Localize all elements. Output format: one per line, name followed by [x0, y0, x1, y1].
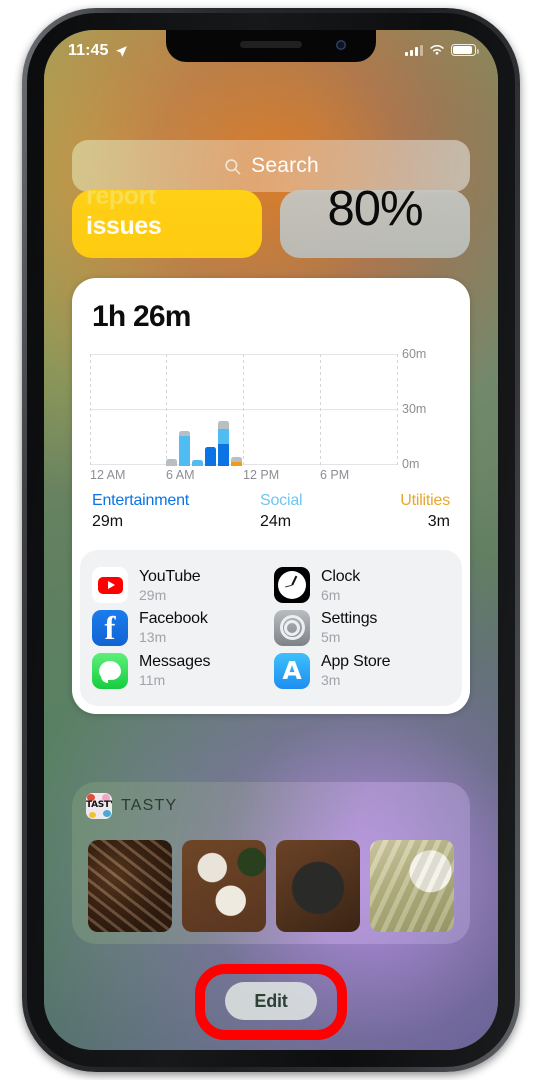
widget-report-issues[interactable]: report issues [72, 190, 262, 258]
widget-tasty[interactable]: TASTY TASTY [72, 782, 470, 944]
chart-bar [218, 421, 229, 466]
app-name: Facebook [139, 610, 208, 628]
app-row-messages[interactable]: Messages 11m [92, 649, 268, 692]
ytick-30m: 30m [402, 402, 427, 416]
chart-bar-segment [166, 458, 177, 466]
app-row-clock[interactable]: Clock 6m [274, 564, 450, 607]
facebook-icon: f [92, 609, 128, 646]
settings-icon [274, 609, 310, 646]
chart-bar-segment [205, 447, 216, 466]
chart-plot-area [90, 354, 398, 466]
chart-x-axis: 12 AM 6 AM 12 PM 6 PM [90, 468, 398, 486]
legend-entertainment: Entertainment 29m [92, 492, 189, 531]
tasty-app-icon: TASTY [86, 793, 112, 819]
status-time: 11:45 [68, 42, 109, 59]
screen-time-app-list: YouTube 29m Clock 6m f Facebook 13m Sett… [80, 550, 462, 706]
earpiece-speaker [240, 41, 302, 48]
widget-screen-time[interactable]: 1h 26m 60m 30m 0m 12 AM 6 AM 12 PM 6 PM … [72, 278, 470, 714]
app-store-icon: A [274, 652, 310, 689]
phone-screen: 11:45 Search report issues 80% 1h 26m 60… [44, 30, 498, 1050]
legend-utilities: Utilities 3m [400, 492, 450, 531]
legend-social-value: 24m [260, 513, 292, 530]
wifi-icon [430, 44, 444, 55]
chart-bar [166, 458, 177, 466]
screen-time-legend: Entertainment 29m Social 24m Utilities 3… [92, 492, 450, 544]
ytick-0m: 0m [402, 457, 420, 471]
xtick-12pm: 12 PM [243, 468, 280, 482]
app-row-youtube[interactable]: YouTube 29m [92, 564, 268, 607]
xtick-6pm: 6 PM [320, 468, 350, 482]
app-name: App Store [321, 653, 391, 671]
app-time: 3m [321, 672, 341, 689]
chart-bar-segment [179, 436, 190, 466]
search-input[interactable]: Search [72, 140, 470, 192]
xtick-12am: 12 AM [90, 468, 126, 482]
legend-social-label: Social [260, 492, 303, 509]
app-time: 29m [139, 586, 167, 603]
chart-bar [231, 456, 242, 466]
app-time: 6m [321, 586, 341, 603]
report-issues-line2: issues [86, 212, 162, 240]
battery-percent-value: 80% [327, 190, 423, 236]
tasty-title: TASTY [121, 797, 178, 814]
tasty-photo-3[interactable] [276, 840, 360, 932]
screen-time-chart: 60m 30m 0m [90, 347, 452, 471]
chart-bar-segment [192, 460, 203, 466]
ytick-60m: 60m [402, 347, 427, 361]
search-icon [225, 158, 241, 174]
battery-icon [451, 44, 479, 56]
tasty-header: TASTY TASTY [86, 793, 177, 819]
legend-entertainment-label: Entertainment [92, 492, 190, 509]
notch [166, 30, 376, 62]
tasty-icon-text: TASTY [86, 800, 112, 810]
messages-icon [92, 652, 128, 689]
tasty-photo-4[interactable] [370, 840, 454, 932]
app-row-facebook[interactable]: f Facebook 13m [92, 607, 268, 650]
app-row-settings[interactable]: Settings 5m [274, 607, 450, 650]
battery-fill [453, 46, 472, 54]
tasty-photo-1[interactable] [88, 840, 172, 932]
report-issues-line1: report [86, 190, 156, 210]
legend-social: Social 24m [260, 492, 303, 531]
chart-bar-segment [218, 443, 229, 466]
app-row-app-store[interactable]: A App Store 3m [274, 649, 450, 692]
legend-utilities-label: Utilities [400, 492, 450, 509]
tasty-photo-row [88, 840, 454, 932]
widget-battery-percent[interactable]: 80% [280, 190, 470, 258]
location-arrow-icon [115, 45, 127, 57]
app-time: 13m [139, 629, 167, 646]
app-time: 5m [321, 629, 341, 646]
app-name: Clock [321, 567, 361, 585]
tasty-photo-2[interactable] [182, 840, 266, 932]
cellular-signal-icon [405, 44, 423, 56]
chart-bar-segment [218, 428, 229, 444]
legend-utilities-value: 3m [427, 513, 450, 530]
chart-bar-segment [218, 421, 229, 429]
chart-bar [205, 447, 216, 466]
screen-time-total: 1h 26m [92, 300, 191, 333]
today-view: Search report issues 80% 1h 26m 60m 30m [44, 30, 498, 1050]
app-time: 11m [139, 672, 166, 689]
chart-bar [192, 460, 203, 466]
app-name: Settings [321, 610, 378, 628]
youtube-icon [92, 567, 128, 604]
edit-button[interactable]: Edit [225, 982, 317, 1020]
chart-bar [179, 430, 190, 466]
status-bar-right [405, 44, 479, 56]
clock-icon [274, 567, 310, 604]
app-name: Messages [139, 653, 211, 671]
app-name: YouTube [139, 567, 201, 585]
search-placeholder: Search [251, 154, 319, 177]
status-bar-left: 11:45 [68, 42, 128, 60]
front-camera-icon [336, 40, 346, 50]
legend-entertainment-value: 29m [92, 513, 124, 530]
chart-bar-segment [231, 462, 242, 466]
xtick-6am: 6 AM [166, 468, 195, 482]
